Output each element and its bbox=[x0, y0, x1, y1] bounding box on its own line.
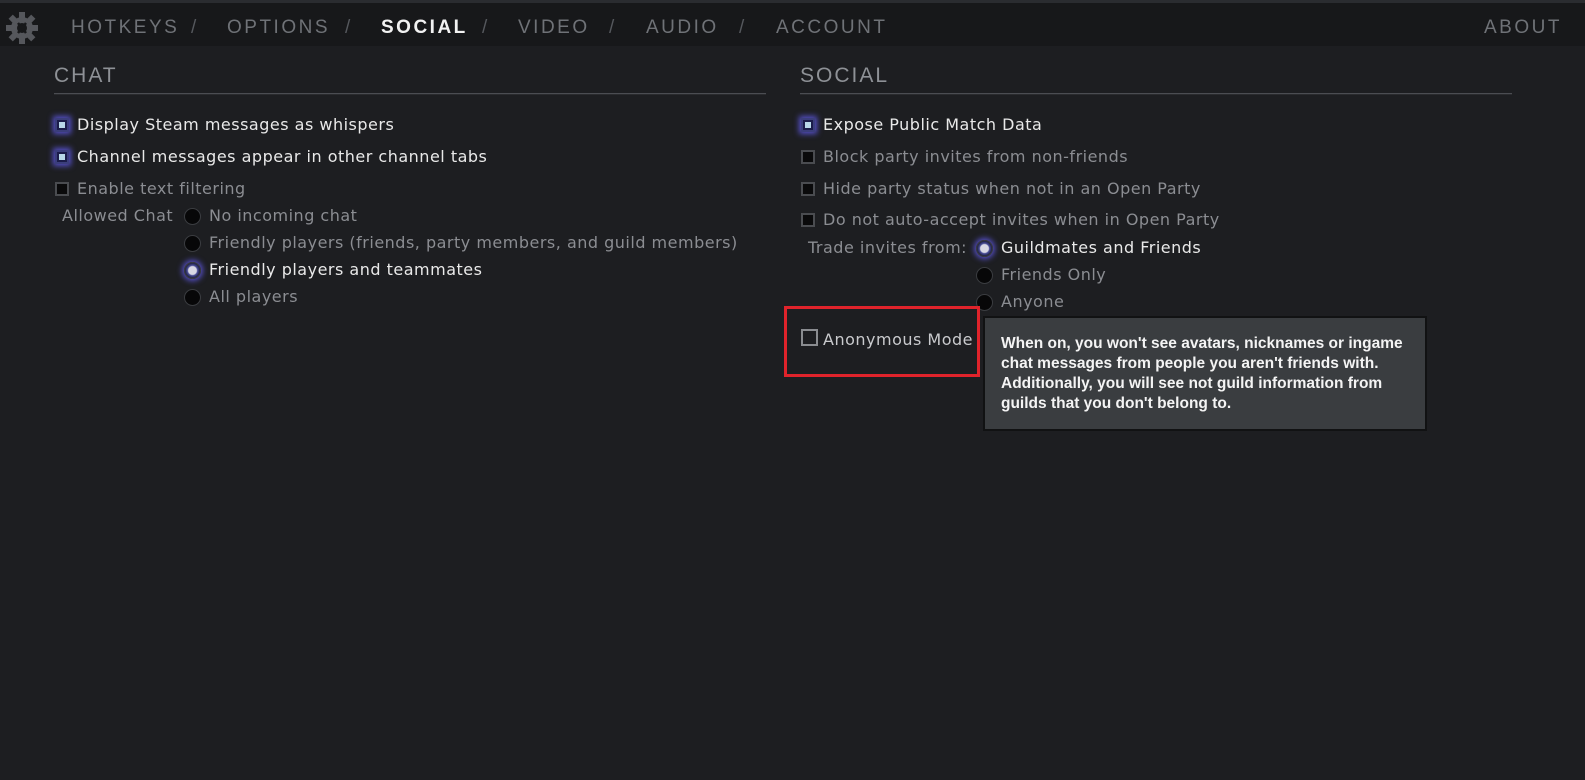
channel-messages-checkbox[interactable] bbox=[55, 150, 69, 164]
allowed-chat-all-option[interactable]: All players bbox=[184, 287, 334, 312]
trade-invites-label: Trade invites from: bbox=[808, 238, 968, 257]
allowed-chat-friendly-label: Friendly players (friends, party members… bbox=[209, 233, 738, 252]
block-party-invites-label: Block party invites from non-friends bbox=[823, 147, 1129, 166]
settings-gear-icon[interactable] bbox=[4, 10, 40, 46]
expose-match-data-checkbox[interactable] bbox=[801, 118, 815, 132]
allowed-chat-all-radio[interactable] bbox=[184, 289, 201, 306]
tab-about[interactable]: ABOUT bbox=[1484, 17, 1562, 39]
tab-audio[interactable]: AUDIO bbox=[646, 17, 719, 39]
social-divider bbox=[800, 93, 1512, 95]
hide-party-status-checkbox[interactable] bbox=[801, 182, 815, 196]
chat-divider bbox=[54, 93, 766, 95]
block-party-invites-checkbox[interactable] bbox=[801, 150, 815, 164]
hide-party-status-label: Hide party status when not in an Open Pa… bbox=[823, 179, 1201, 198]
tab-separator: / bbox=[191, 17, 197, 38]
tooltip-line: When on, you won't see avatars, nickname… bbox=[1001, 335, 1403, 352]
allowed-chat-teammates-option[interactable]: Friendly players and teammates bbox=[184, 260, 484, 285]
text-filtering-label: Enable text filtering bbox=[77, 179, 246, 198]
allowed-chat-friendly-option[interactable]: Friendly players (friends, party members… bbox=[184, 233, 737, 258]
allowed-chat-none-option[interactable]: No incoming chat bbox=[184, 206, 384, 231]
tab-separator: / bbox=[482, 17, 488, 38]
allowed-chat-none-radio[interactable] bbox=[184, 208, 201, 225]
tab-separator: / bbox=[609, 17, 615, 38]
no-auto-accept-checkbox[interactable] bbox=[801, 213, 815, 227]
tab-hotkeys[interactable]: HOTKEYS bbox=[71, 17, 179, 39]
trade-guildmates-friends-label: Guildmates and Friends bbox=[1001, 238, 1202, 257]
allowed-chat-all-label: All players bbox=[209, 287, 299, 306]
allowed-chat-teammates-radio[interactable] bbox=[184, 262, 201, 279]
trade-friends-only-option[interactable]: Friends Only bbox=[976, 265, 1126, 290]
tooltip-line: Additionally, you will see not guild inf… bbox=[1001, 375, 1383, 392]
anonymous-mode-highlight bbox=[784, 306, 980, 377]
text-filtering-checkbox[interactable] bbox=[55, 182, 69, 196]
chat-section-title: CHAT bbox=[54, 64, 118, 87]
tab-social[interactable]: SOCIAL bbox=[381, 17, 468, 39]
tab-video[interactable]: VIDEO bbox=[518, 17, 590, 39]
allowed-chat-friendly-radio[interactable] bbox=[184, 235, 201, 252]
trade-guildmates-friends-radio[interactable] bbox=[976, 240, 993, 257]
tab-options[interactable]: OPTIONS bbox=[227, 17, 330, 39]
tooltip-line: guilds that you don't belong to. bbox=[1001, 395, 1232, 412]
tab-separator: / bbox=[739, 17, 745, 38]
trade-anyone-option[interactable]: Anyone bbox=[976, 292, 1096, 317]
trade-guildmates-friends-option[interactable]: Guildmates and Friends bbox=[976, 238, 1216, 263]
tab-separator: / bbox=[345, 17, 351, 38]
trade-anyone-label: Anyone bbox=[1001, 292, 1065, 311]
allowed-chat-none-label: No incoming chat bbox=[209, 206, 358, 225]
display-steam-whispers-label: Display Steam messages as whispers bbox=[77, 115, 395, 134]
settings-top-bar: HOTKEYS / OPTIONS / SOCIAL / VIDEO / AUD… bbox=[0, 0, 1585, 46]
trade-friends-only-radio[interactable] bbox=[976, 267, 993, 284]
channel-messages-label: Channel messages appear in other channel… bbox=[77, 147, 488, 166]
allowed-chat-teammates-label: Friendly players and teammates bbox=[209, 260, 483, 279]
trade-friends-only-label: Friends Only bbox=[1001, 265, 1107, 284]
anonymous-mode-tooltip: When on, you won't see avatars, nickname… bbox=[983, 316, 1427, 431]
allowed-chat-label: Allowed Chat bbox=[62, 206, 174, 225]
tooltip-line: chat messages from people you aren't fri… bbox=[1001, 355, 1379, 372]
tab-account[interactable]: ACCOUNT bbox=[776, 17, 887, 39]
social-section-title: SOCIAL bbox=[800, 64, 890, 87]
expose-match-data-label: Expose Public Match Data bbox=[823, 115, 1043, 134]
display-steam-whispers-checkbox[interactable] bbox=[55, 118, 69, 132]
no-auto-accept-label: Do not auto-accept invites when in Open … bbox=[823, 210, 1220, 229]
